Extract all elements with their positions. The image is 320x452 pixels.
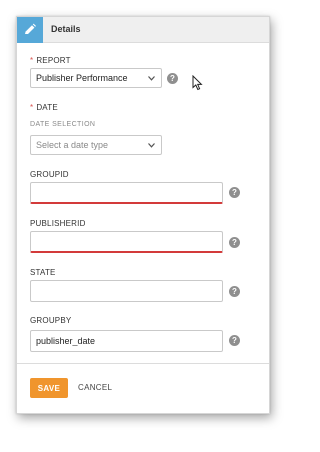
- details-panel: Details * REPORT Publisher Performance ? …: [16, 16, 270, 414]
- save-button[interactable]: SAVE: [30, 378, 68, 398]
- date-selection-label: DATE SELECTION: [30, 121, 96, 128]
- footer-divider: [17, 363, 269, 364]
- groupby-help-icon[interactable]: ?: [229, 335, 240, 346]
- report-select-value: Publisher Performance: [36, 73, 128, 83]
- publisherid-field[interactable]: [30, 231, 223, 253]
- panel-title: Details: [51, 24, 81, 34]
- report-select[interactable]: Publisher Performance: [30, 68, 162, 88]
- state-label: STATE: [30, 268, 56, 277]
- edit-button[interactable]: [17, 17, 43, 43]
- groupby-field[interactable]: [30, 330, 223, 352]
- required-mark: *: [30, 56, 34, 65]
- date-label: * DATE: [30, 103, 58, 112]
- state-field[interactable]: [30, 280, 223, 302]
- state-help-icon[interactable]: ?: [229, 286, 240, 297]
- groupid-label: GROUPID: [30, 170, 69, 179]
- groupby-label: GROUPBY: [30, 316, 72, 325]
- groupid-help-icon[interactable]: ?: [229, 187, 240, 198]
- report-help-icon[interactable]: ?: [167, 73, 178, 84]
- chevron-down-icon: [148, 76, 155, 81]
- report-label: * REPORT: [30, 56, 71, 65]
- cancel-button[interactable]: CANCEL: [78, 378, 112, 398]
- publisherid-help-icon[interactable]: ?: [229, 237, 240, 248]
- publisherid-label: PUBLISHERID: [30, 219, 86, 228]
- required-mark: *: [30, 103, 34, 112]
- groupid-field[interactable]: [30, 182, 223, 204]
- date-type-select[interactable]: Select a date type: [30, 135, 162, 155]
- chevron-down-icon: [148, 143, 155, 148]
- date-type-placeholder: Select a date type: [36, 140, 109, 150]
- panel-header: Details: [17, 17, 269, 43]
- pencil-icon: [25, 23, 36, 34]
- mouse-pointer-icon: [192, 75, 203, 91]
